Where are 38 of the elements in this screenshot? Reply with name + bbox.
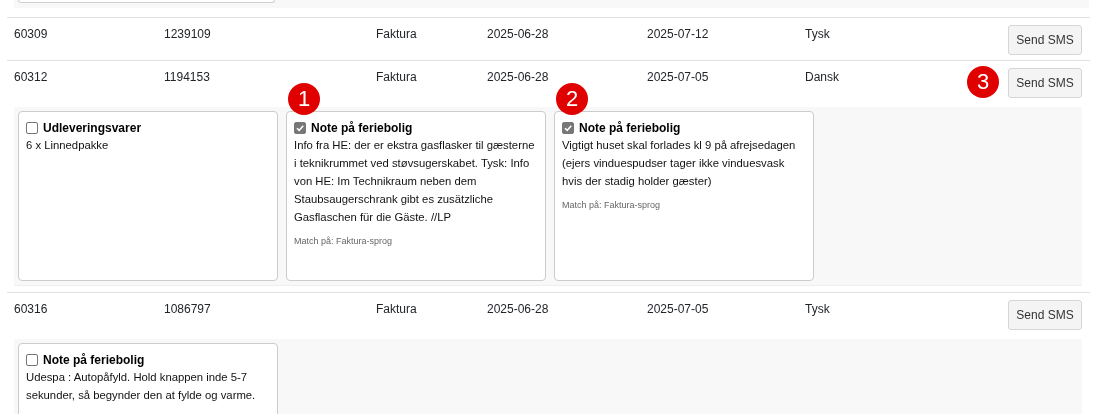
send-sms-button[interactable]: Send SMS — [1008, 68, 1082, 98]
table-cell-text: 2025-06-28 — [487, 69, 549, 84]
card-text: 6 x Linnedpakke — [26, 138, 110, 153]
checkbox[interactable] — [26, 354, 38, 366]
checkbox[interactable] — [562, 122, 574, 134]
table-cell-text: 2025-06-28 — [487, 301, 549, 316]
number-badge: 3 — [967, 66, 999, 98]
table-cell-text: 2025-06-28 — [487, 26, 549, 41]
table-cell-text: 60312 — [14, 69, 48, 84]
table-cell-text: Tysk — [805, 301, 830, 316]
send-sms-button[interactable]: Send SMS — [1008, 25, 1082, 55]
send-sms-button[interactable]: Send SMS — [1008, 300, 1082, 330]
card-text: Info fra HE: der er ekstra gasflasker til gæsterne i teknikrummet ved støvsugerskabet. Tysk: Info von HE: Im Technikraum neben dem Staubsaugerschrank gibt es zusätzliche Gasflaschen für die Gäste. //LP — [294, 138, 536, 225]
table-cell-text: 2025-07-05 — [647, 69, 709, 84]
table-cell-text: 1086797 — [164, 301, 211, 316]
number-badge: 1 — [288, 83, 320, 115]
table-cell-text: Faktura — [376, 301, 417, 316]
card-text: Udespa : Autopåfyld. Hold knappen inde 5-7 sekunder, så begynder den at fylde og varme. — [26, 370, 257, 403]
card-title: Udleveringsvarer — [43, 120, 142, 136]
card-title: Note på feriebolig — [311, 120, 413, 136]
card-title: Note på feriebolig — [43, 352, 145, 368]
table-cell-text: 60309 — [14, 26, 48, 41]
checkbox[interactable] — [294, 122, 306, 134]
card-title: Note på feriebolig — [579, 120, 681, 136]
table-cell-text: 60316 — [14, 301, 48, 316]
match-label: Match på: Faktura-sprog — [562, 200, 662, 210]
table-cell-text: 2025-07-05 — [647, 301, 709, 316]
checkbox[interactable] — [26, 122, 38, 134]
table-cell-text: 2025-07-12 — [647, 26, 709, 41]
number-badge: 2 — [556, 83, 588, 115]
card-text: Vigtigt huset skal forlades kl 9 på afrejsedagen (ejers vinduespudser tager ikke vinduesvask hvis der stadig holder gæster) — [562, 138, 797, 189]
table-cell-text: 1239109 — [164, 26, 211, 41]
table-cell-text: Tysk — [805, 26, 830, 41]
table-cell-text: 1194153 — [164, 69, 210, 84]
match-label: Match på: Faktura-sprog — [294, 236, 394, 246]
table-cell-text: Dansk — [805, 69, 839, 84]
table-cell-text: Faktura — [376, 69, 417, 84]
table-cell-text: Faktura — [376, 26, 417, 41]
